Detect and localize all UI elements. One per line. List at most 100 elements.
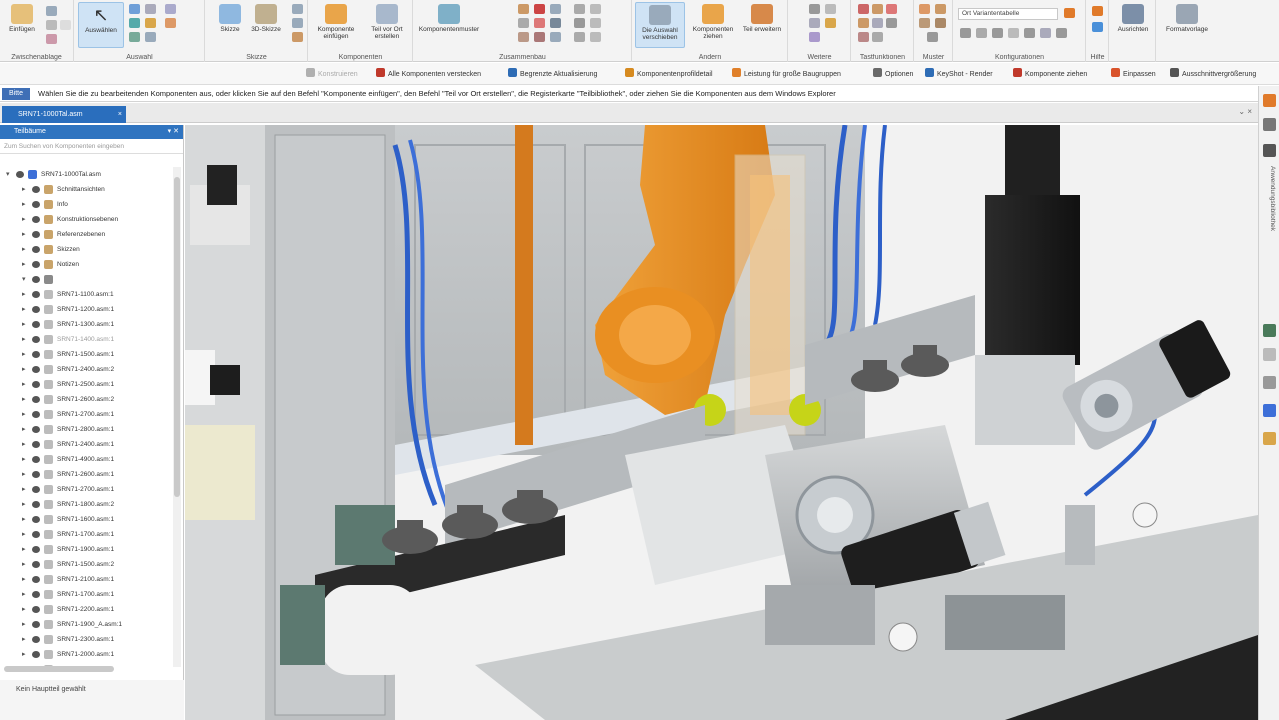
parallel-icon[interactable] [550,18,561,28]
line-icon[interactable] [292,4,303,14]
visibility-eye-icon[interactable] [32,606,40,613]
visibility-eye-icon[interactable] [32,651,40,658]
tangent-icon[interactable] [518,18,529,28]
tree-item[interactable]: ▸ SRN71-2700.asm:1 [0,407,172,422]
coincident-icon[interactable] [534,18,545,28]
cut-feature-icon[interactable] [858,32,869,42]
tree-item[interactable]: ▸ SRN71-2100.asm:1 [0,572,172,587]
view-palette-icon[interactable] [1263,348,1276,361]
copy-icon[interactable] [46,20,57,30]
extrude-icon[interactable] [872,4,883,14]
expand-toggle-icon[interactable]: ▸ [22,632,30,647]
expand-toggle-icon[interactable]: ▸ [22,557,30,572]
visibility-eye-icon[interactable] [32,621,40,628]
expand-toggle-icon[interactable]: ▸ [22,332,30,347]
tree-horizontal-scrollbar[interactable] [4,666,114,672]
visibility-eye-icon[interactable] [32,531,40,538]
tree-item[interactable]: ▸ SRN71-2800.asm:1 [0,422,172,437]
komponenten-ziehen-button[interactable]: Komponenten ziehen [689,2,737,48]
cmd-3[interactable]: Komponentenprofildetail [625,68,713,81]
tree-item[interactable]: ▸ SRN71-1700.asm:1 [0,527,172,542]
expand-toggle-icon[interactable]: ▸ [22,362,30,377]
expand-toggle-icon[interactable]: ▸ [22,317,30,332]
cmd-0[interactable]: Konstruieren [306,68,358,81]
filter-icon[interactable] [145,4,156,14]
visibility-eye-icon[interactable] [32,471,40,478]
config-a-icon[interactable] [960,28,971,38]
anchor-icon[interactable] [550,32,561,42]
visibility-eye-icon[interactable] [32,486,40,493]
expand-toggle-icon[interactable]: ▸ [22,587,30,602]
expand-toggle-icon[interactable]: ▸ [22,407,30,422]
visibility-eye-icon[interactable] [32,396,40,403]
document-tab[interactable]: SRN71-1000Tal.asm × [2,106,126,123]
orient-icon[interactable] [534,32,545,42]
expand-toggle-icon[interactable]: ▸ [22,467,30,482]
measure-icon[interactable] [809,4,820,14]
visibility-eye-icon[interactable] [32,366,40,373]
tree-item[interactable]: ▸ SRN71-2200.asm:1 [0,602,172,617]
config-g-icon[interactable] [1056,28,1067,38]
tree-item[interactable]: ▸ SRN71-1900.asm:1 [0,542,172,557]
shell-icon[interactable] [886,18,897,28]
tree-item[interactable]: ▸ SRN71-2700.asm:1 [0,482,172,497]
slot-icon[interactable] [590,4,601,14]
cmd-5[interactable]: Optionen [873,68,913,81]
tree-filter-input[interactable]: Zum Suchen von Komponenten eingeben [0,139,183,154]
section-icon[interactable] [809,18,820,28]
visibility-eye-icon[interactable] [32,501,40,508]
expand-toggle-icon[interactable]: ▸ [22,422,30,437]
expand-toggle-icon[interactable]: ▸ [22,452,30,467]
expand-toggle-icon[interactable]: ▸ [22,542,30,557]
visibility-eye-icon[interactable] [32,201,40,208]
chamfer-icon[interactable] [872,18,883,28]
tree-item[interactable]: ▸ SRN71-1700.asm:1 [0,587,172,602]
ausrichten-button[interactable]: Ausrichten [1111,2,1155,48]
arc-icon[interactable] [292,18,303,28]
scrollbar-thumb[interactable] [174,177,180,497]
weld-icon[interactable] [872,32,883,42]
visibility-eye-icon[interactable] [32,591,40,598]
forum-icon[interactable] [1263,432,1276,445]
einfugen-button[interactable]: Einfügen [2,2,42,48]
cam-icon[interactable] [574,18,585,28]
tree-folder[interactable]: ▸ Skizzen [0,242,172,257]
tab-controls[interactable]: ⌄ × [1238,107,1252,116]
visibility-eye-icon[interactable] [32,186,40,193]
explode-icon[interactable] [809,32,820,42]
appearances-icon[interactable] [1263,376,1276,389]
visibility-eye-icon[interactable] [32,216,40,223]
expand-toggle-icon[interactable]: ▸ [22,617,30,632]
gear-mate-icon[interactable] [518,32,529,42]
expand-toggle-icon[interactable]: ▾ [22,272,30,287]
expand-toggle-icon[interactable]: ▸ [22,302,30,317]
auswahlen-button[interactable]: ↖ Auswählen [78,2,124,48]
rigid-icon[interactable] [574,4,585,14]
tree-folder[interactable]: ▸ Referenzebenen [0,227,172,242]
rack-icon[interactable] [590,18,601,28]
interference-icon[interactable] [825,4,836,14]
curve-pattern-icon[interactable] [927,32,938,42]
3d-viewport[interactable] [185,125,1258,720]
tree-item[interactable]: ▸ SRN71-4900.asm:1 [0,452,172,467]
config-f-icon[interactable] [1040,28,1051,38]
hinge-icon[interactable] [590,32,601,42]
tree-item[interactable]: ▸ SRN71-2600.asm:1 [0,467,172,482]
visibility-eye-icon[interactable] [32,576,40,583]
cmd-4[interactable]: Leistung für große Baugruppen [732,68,841,81]
die-auswahl-button[interactable]: Die Auswahl verschieben [635,2,685,48]
teil-vor-ort-button[interactable]: Teil vor Ort erstellen [363,2,411,48]
expand-toggle-icon[interactable]: ▸ [22,287,30,302]
cut-icon[interactable] [46,6,57,16]
custom-props-icon[interactable] [1263,404,1276,417]
tree-group[interactable]: ▾ [0,272,172,287]
expand-toggle-icon[interactable]: ▸ [22,227,30,242]
dropdown-icon[interactable] [60,20,71,30]
visibility-eye-icon[interactable] [32,546,40,553]
expand-toggle-icon[interactable]: ▸ [22,347,30,362]
visibility-eye-icon[interactable] [32,321,40,328]
home-icon[interactable] [1263,94,1276,107]
format-icon[interactable] [46,34,57,44]
tree-item[interactable]: ▸ SRN71-1400.asm:1 [0,332,172,347]
circular-pattern-icon[interactable] [935,4,946,14]
